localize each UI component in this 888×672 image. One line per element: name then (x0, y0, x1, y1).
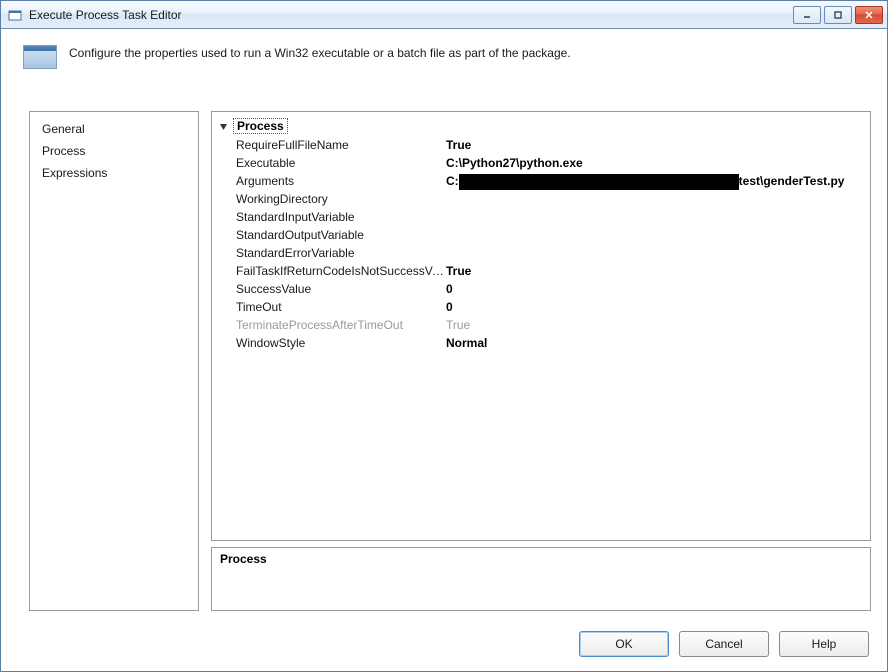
property-value[interactable]: 0 (446, 280, 864, 298)
property-name: TimeOut (236, 298, 446, 316)
property-value[interactable]: True (446, 262, 864, 280)
property-grid[interactable]: ProcessRequireFullFileNameTrueExecutable… (211, 111, 871, 541)
property-value[interactable]: C:\Python27\python.exe (446, 154, 864, 172)
property-row[interactable]: WindowStyleNormal (218, 334, 864, 352)
property-name: FailTaskIfReturnCodeIsNotSuccessValue (236, 262, 446, 280)
description-text: Configure the properties used to run a W… (69, 43, 571, 62)
property-row[interactable]: ExecutableC:\Python27\python.exe (218, 154, 864, 172)
property-name: SuccessValue (236, 280, 446, 298)
app-icon (7, 7, 23, 23)
property-name: RequireFullFileName (236, 136, 446, 154)
help-title: Process (220, 552, 862, 566)
property-value[interactable]: Normal (446, 334, 864, 352)
property-name: StandardErrorVariable (236, 244, 446, 262)
property-value[interactable]: C:test\genderTest.py (446, 172, 864, 190)
window-controls (793, 6, 883, 24)
sidebar: General Process Expressions (29, 111, 199, 611)
help-pane: Process (211, 547, 871, 611)
property-row[interactable]: FailTaskIfReturnCodeIsNotSuccessValueTru… (218, 262, 864, 280)
property-name: StandardInputVariable (236, 208, 446, 226)
description-row: Configure the properties used to run a W… (1, 29, 887, 77)
dialog-buttons: OK Cancel Help (579, 631, 869, 657)
property-name: WorkingDirectory (236, 190, 446, 208)
cancel-button[interactable]: Cancel (679, 631, 769, 657)
sidebar-item-expressions[interactable]: Expressions (40, 162, 188, 184)
content: General Process Expressions Process Requi… (29, 111, 871, 611)
property-name: WindowStyle (236, 334, 446, 352)
property-value[interactable] (446, 190, 864, 208)
property-name: Arguments (236, 172, 446, 190)
property-row[interactable]: TimeOut0 (218, 298, 864, 316)
window-title: Execute Process Task Editor (29, 8, 793, 22)
help-button[interactable]: Help (779, 631, 869, 657)
property-row[interactable]: RequireFullFileNameTrue (218, 136, 864, 154)
property-row[interactable]: TerminateProcessAfterTimeOutTrue (218, 316, 864, 334)
titlebar: Execute Process Task Editor (1, 1, 887, 29)
main-panel: ProcessRequireFullFileNameTrueExecutable… (211, 111, 871, 611)
property-value[interactable]: True (446, 316, 864, 334)
sidebar-item-process[interactable]: Process (40, 140, 188, 162)
property-name: Executable (236, 154, 446, 172)
property-row[interactable]: ArgumentsC:test\genderTest.py (218, 172, 864, 190)
property-row[interactable]: StandardInputVariable (218, 208, 864, 226)
redacted-segment (459, 174, 739, 190)
property-row[interactable]: WorkingDirectory (218, 190, 864, 208)
property-row[interactable]: StandardErrorVariable (218, 244, 864, 262)
property-value[interactable]: True (446, 136, 864, 154)
task-icon (23, 45, 57, 69)
maximize-button[interactable] (824, 6, 852, 24)
ok-button[interactable]: OK (579, 631, 669, 657)
property-value[interactable]: 0 (446, 298, 864, 316)
minimize-button[interactable] (793, 6, 821, 24)
collapse-icon[interactable] (218, 121, 229, 132)
property-name: TerminateProcessAfterTimeOut (236, 316, 446, 334)
property-row[interactable]: StandardOutputVariable (218, 226, 864, 244)
property-value[interactable] (446, 208, 864, 226)
close-button[interactable] (855, 6, 883, 24)
category-row[interactable]: Process (218, 116, 864, 136)
category-label[interactable]: Process (233, 118, 288, 134)
property-name: StandardOutputVariable (236, 226, 446, 244)
property-value[interactable] (446, 244, 864, 262)
property-row[interactable]: SuccessValue0 (218, 280, 864, 298)
property-value[interactable] (446, 226, 864, 244)
sidebar-item-general[interactable]: General (40, 118, 188, 140)
